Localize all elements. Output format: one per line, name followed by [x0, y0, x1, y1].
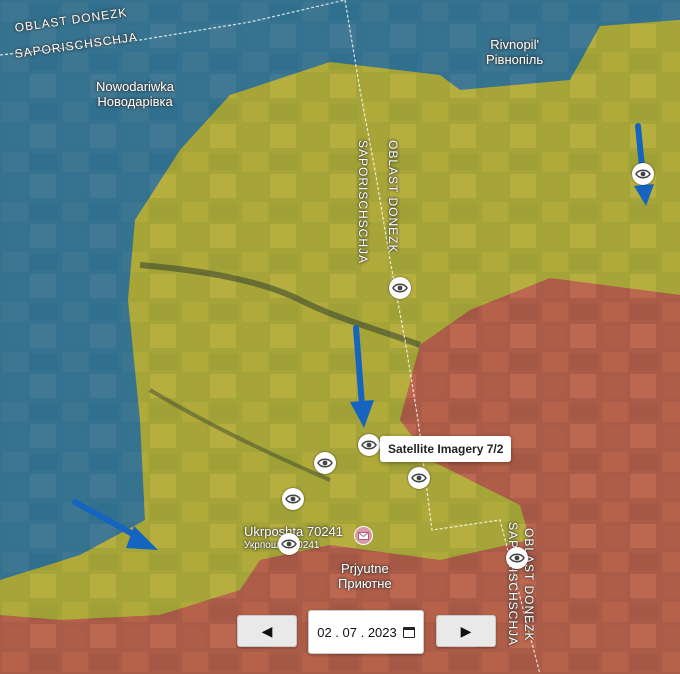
satellite-imagery-tooltip: Satellite Imagery 7/2: [380, 436, 512, 462]
label-nowodariwka-latin: Nowodariwka: [96, 79, 175, 94]
mail-icon[interactable]: [354, 526, 373, 545]
label-rivnopil-cyrillic: Рівнопіль: [486, 51, 544, 67]
label-pryjutne: Prjyutne Приютне: [338, 561, 392, 592]
label-oblast-donezk-bottom: OBLAST DONEZK: [522, 528, 536, 642]
previous-date-button[interactable]: ◀: [237, 615, 297, 647]
date-value: 02 . 07 . 2023: [317, 624, 397, 640]
label-nowodariwka-cyrillic: Новодарівка: [97, 93, 173, 109]
mail-glyph: [358, 531, 369, 540]
label-rivnopil: Rivnopil' Рівнопіль: [486, 37, 544, 68]
label-saporischschja-bottom: SAPORISCHSCHJA: [506, 522, 520, 647]
label-pryjutne-cyrillic: Приютне: [338, 575, 392, 591]
calendar-icon[interactable]: [402, 626, 415, 638]
map-view[interactable]: OBLAST DONEZK SAPORISCHSCHJA Nowodariwka…: [0, 0, 680, 674]
label-nowodariwka: Nowodariwka Новодарівка: [96, 79, 175, 110]
label-saporischschja-vertical: SAPORISCHSCHJA: [356, 140, 370, 265]
eye-icon[interactable]: [389, 277, 411, 299]
next-date-button[interactable]: ▶: [436, 615, 496, 647]
label-pryjutne-latin: Prjyutne: [340, 561, 389, 576]
label-oblast-donezk-vertical: OBLAST DONEZK: [386, 140, 400, 254]
eye-icon[interactable]: [506, 547, 528, 569]
eye-icon[interactable]: [632, 163, 654, 185]
eye-icon[interactable]: [282, 488, 304, 510]
eye-icon[interactable]: [278, 533, 300, 555]
date-input[interactable]: 02 . 07 . 2023: [308, 610, 424, 654]
label-rivnopil-latin: Rivnopil': [490, 37, 539, 52]
eye-icon[interactable]: [408, 467, 430, 489]
eye-icon[interactable]: [358, 434, 380, 456]
eye-icon[interactable]: [314, 452, 336, 474]
